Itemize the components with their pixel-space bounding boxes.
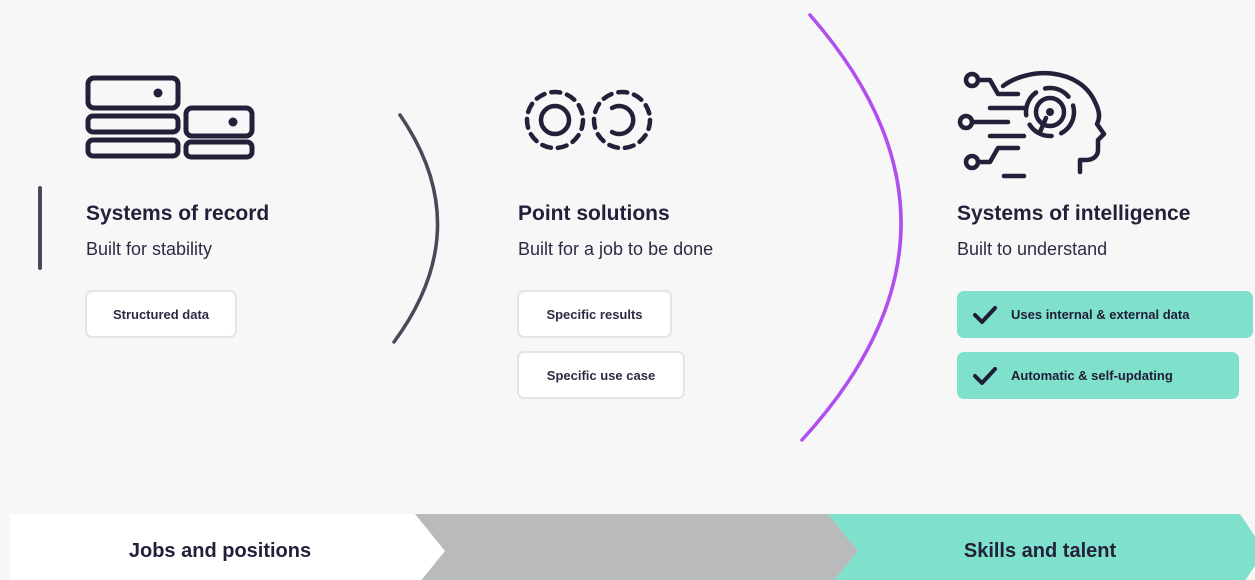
stage-2-subtitle: Built for a job to be done [518,239,714,259]
tag-specific-use-case: Specific use case [517,351,685,399]
tag-label: Uses internal & external data [1011,307,1190,322]
tag-label: Automatic & self-updating [1011,368,1173,383]
tag-uses-internal-external-data: Uses internal & external data [957,291,1253,338]
gears-icon [524,89,653,151]
stage-1-subtitle: Built for stability [86,239,213,259]
stage-3-subtitle: Built to understand [957,239,1108,259]
stage-2-title: Point solutions [518,202,670,225]
separator-curve-dark [392,113,440,344]
stage-3-title: Systems of intelligence [957,202,1191,225]
server-stack-icon [85,75,255,160]
stage-1-title: Systems of record [86,202,270,225]
tag-specific-results: Specific results [517,290,672,338]
timeline-segment-middle [415,514,858,580]
ai-head-icon [957,71,1107,179]
timeline-label-left: Jobs and positions [128,540,312,562]
timeline-label-right: Skills and talent [963,540,1117,562]
checkmark-icon [973,305,997,324]
checkmark-icon [973,366,997,385]
tag-automatic-self-updating: Automatic & self-updating [957,352,1239,399]
tag-structured-data: Structured data [85,290,237,338]
separator-curve-purple [800,13,903,442]
